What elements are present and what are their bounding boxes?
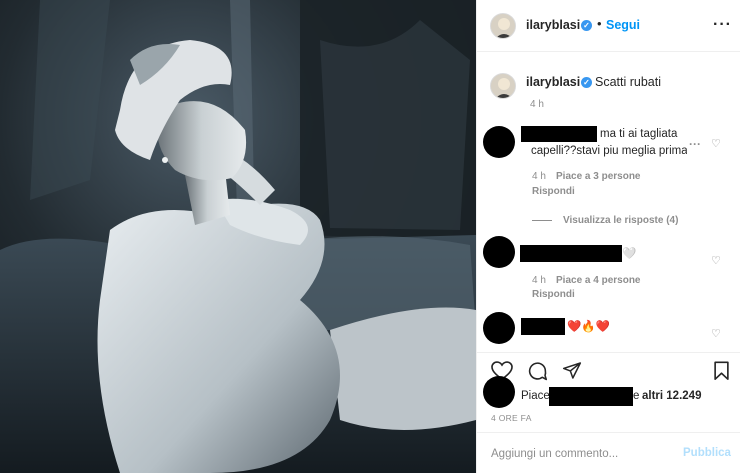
redacted-comment [520,245,622,262]
comment-emoji: 🤍 [622,248,637,260]
comment-time[interactable]: 4 h [532,171,546,182]
redacted-avatar [483,126,515,158]
verified-badge-icon: ✓ [581,77,592,88]
comment-likes[interactable]: Piace a 4 persone [556,275,641,286]
post-side-panel: ilaryblasi ✓ • Segui ··· ilaryblasi ✓ Sc… [476,0,740,473]
redacted-username [521,318,565,335]
add-comment-bar: Pubblica [477,432,740,473]
avatar-image [491,14,515,38]
post-header: ilaryblasi ✓ • Segui ··· [477,0,740,52]
caption-username[interactable]: ilaryblasi [526,75,580,89]
caption-avatar[interactable] [490,73,516,99]
likes-count-button[interactable]: altri 12.249 [642,390,701,402]
caption-text: Scatti rubati [595,75,662,89]
redacted-liker-name [549,387,633,406]
verified-badge-icon: ✓ [581,20,592,31]
comment-icon[interactable] [527,361,548,382]
view-replies-button[interactable]: Visualizza le risposte (4) [563,215,678,226]
reply-button[interactable]: Rispondi [532,186,575,197]
post-image [0,0,476,473]
likes-conjunction: e [633,390,640,402]
publish-button[interactable]: Pubblica [683,447,731,459]
comment-text: ma ti ai tagliata [600,128,678,140]
avatar-image [491,74,515,98]
comment-emoji: ❤️🔥❤️ [567,321,610,333]
post-timestamp[interactable]: 4 ORE FA [491,413,532,423]
post-photo[interactable] [0,0,476,473]
redacted-username [521,126,597,142]
comment-time[interactable]: 4 h [532,275,546,286]
redacted-avatar [483,312,515,344]
comment-input[interactable] [491,445,681,463]
comment-text-line2: capelli??stavi piu meglia prima [531,145,687,157]
comment-like-heart-icon[interactable]: ♡ [711,139,721,150]
more-options-icon[interactable]: ··· [713,16,732,34]
replies-divider [532,220,552,221]
caption-timestamp[interactable]: 4 h [530,99,544,110]
comment-options-icon[interactable]: ··· [689,137,701,151]
redacted-avatar [483,236,515,268]
author-avatar[interactable] [490,13,516,39]
action-bar [477,352,740,388]
bookmark-icon[interactable] [713,361,730,381]
separator-dot: • [597,16,602,31]
author-username[interactable]: ilaryblasi [526,18,580,32]
share-icon[interactable] [562,361,582,380]
comment-like-heart-icon[interactable]: ♡ [711,329,721,340]
comment-likes[interactable]: Piace a 3 persone [556,171,641,182]
reply-button[interactable]: Rispondi [532,289,575,300]
comment-like-heart-icon[interactable]: ♡ [711,256,721,267]
follow-button[interactable]: Segui [606,18,640,32]
liker-avatar-redacted [483,376,515,408]
